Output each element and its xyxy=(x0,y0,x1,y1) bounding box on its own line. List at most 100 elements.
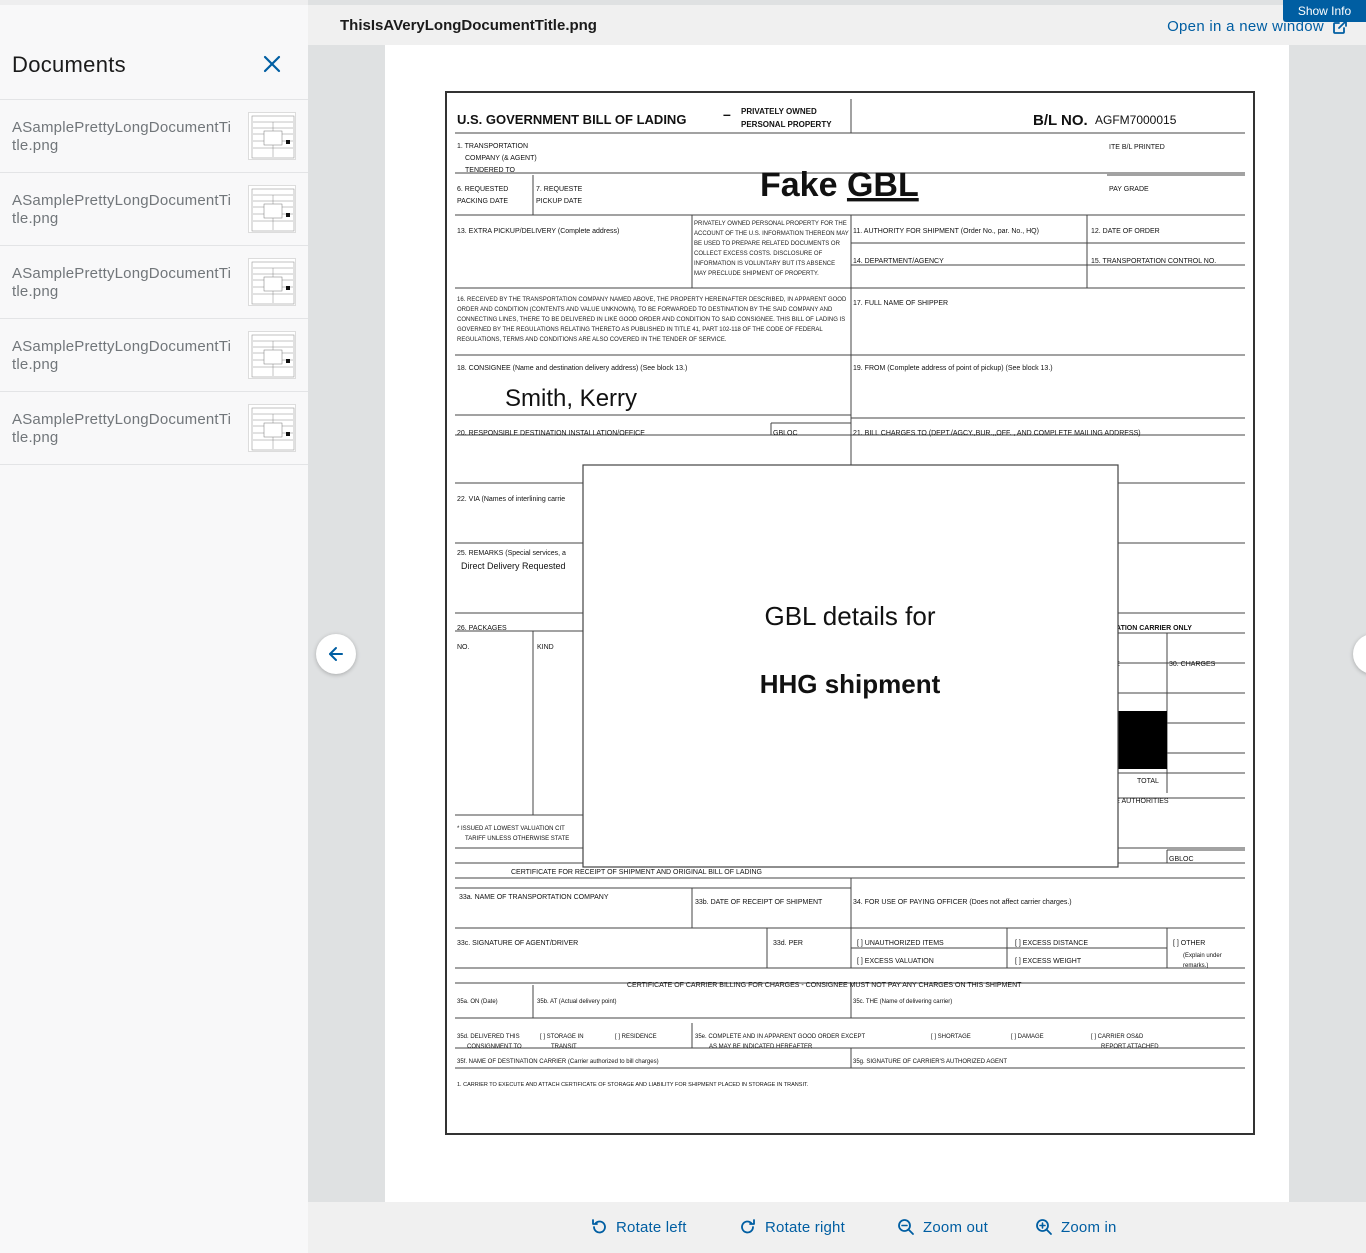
document-name: ASamplePrettyLongDocumentTitle.png xyxy=(12,192,232,227)
document-page: U.S. GOVERNMENT BILL OF LADING – PRIVATE… xyxy=(385,45,1289,1212)
field-22: 22. VIA (Names of interlining carrie xyxy=(457,496,565,503)
form-header-title: U.S. GOVERNMENT BILL OF LADING xyxy=(457,112,686,127)
privacy-notice: PRIVATELY OWNED PERSONAL PROPERTY FOR TH… xyxy=(694,221,849,277)
excess-distance: [ ] EXCESS DISTANCE xyxy=(1015,940,1088,947)
app-root: Documents ASamplePrettyLongDocumentTitle… xyxy=(0,0,1366,1253)
field-20: 20. RESPONSIBLE DESTINATION INSTALLATION… xyxy=(457,430,645,437)
field-26: 26. PACKAGES xyxy=(457,625,507,632)
field-17: 17. FULL NAME OF SHIPPER xyxy=(853,300,948,307)
document-thumbnail xyxy=(248,185,296,233)
rotate-right-button[interactable]: Rotate right xyxy=(739,1218,845,1236)
shortage-option: [ ] SHORTAGE xyxy=(931,1034,971,1040)
carrier-only-label: NATION CARRIER ONLY xyxy=(1111,625,1192,632)
overlay-line-2: HHG shipment xyxy=(760,669,941,699)
field-33a: 33a. NAME OF TRANSPORTATION COMPANY xyxy=(459,894,609,901)
storage-line-2: TRANSIT xyxy=(551,1044,577,1050)
rotate-right-icon xyxy=(741,1219,755,1234)
rotate-left-button[interactable]: Rotate left xyxy=(590,1218,687,1236)
field-33b: 33b. DATE OF RECEIPT OF SHIPMENT xyxy=(695,899,823,906)
field-13: 13. EXTRA PICKUP/DELIVERY (Complete addr… xyxy=(457,228,619,235)
close-sidebar-button[interactable] xyxy=(258,50,286,78)
documents-sidebar: Documents ASamplePrettyLongDocumentTitle… xyxy=(0,0,308,1253)
rotate-right-label: Rotate right xyxy=(765,1218,845,1236)
unauthorized-items: [ ] UNAUTHORIZED ITEMS xyxy=(857,940,944,947)
zoom-out-button[interactable]: Zoom out xyxy=(897,1218,988,1236)
document-list-item[interactable]: ASamplePrettyLongDocumentTitle.png xyxy=(0,100,308,173)
bill-of-lading-form: U.S. GOVERNMENT BILL OF LADING – PRIVATE… xyxy=(455,99,1245,1088)
sidebar-title: Documents xyxy=(12,52,126,77)
field-21: 21. BILL CHARGES TO (DEPT./AGCY.,BUR.,,O… xyxy=(853,430,1141,437)
show-info-button[interactable]: Show Info xyxy=(1283,0,1366,22)
damage-option: [ ] DAMAGE xyxy=(1011,1034,1044,1040)
column-kind: KIND xyxy=(537,644,554,651)
field-35e-line-2: AS MAY BE INDICATED HEREAFTER xyxy=(709,1044,813,1050)
field-25: 25. REMARKS (Special services, a xyxy=(457,550,566,557)
field-1-line-2: COMPANY (& AGENT) xyxy=(465,155,537,162)
close-icon xyxy=(263,55,281,73)
gbloc-2-label: GBLOC xyxy=(1169,856,1194,863)
valuation-line-2: TARIFF UNLESS OTHERWISE STATE xyxy=(465,836,569,842)
excess-weight: [ ] EXCESS WEIGHT xyxy=(1015,958,1082,965)
field-18: 18. CONSIGNEE (Name and destination deli… xyxy=(457,365,687,372)
field-6-line-2: PACKING DATE xyxy=(457,198,508,205)
overlay-line-1: GBL details for xyxy=(764,601,935,631)
field-35f: 35f. NAME OF DESTINATION CARRIER (Carrie… xyxy=(457,1059,659,1065)
document-thumbnail xyxy=(248,404,296,452)
remarks-value: Direct Delivery Requested xyxy=(461,561,566,571)
document-name: ASamplePrettyLongDocumentTitle.png xyxy=(12,119,232,154)
field-15: 15. TRANSPORTATION CONTROL NO. xyxy=(1091,258,1216,265)
document-list-item[interactable]: ASamplePrettyLongDocumentTitle.png xyxy=(0,173,308,246)
column-no: NO. xyxy=(457,644,470,651)
residence-option: [ ] RESIDENCE xyxy=(615,1034,657,1040)
gbloc-label: GBLOC xyxy=(773,430,798,437)
sidebar-header: Documents xyxy=(0,28,308,100)
document-list: ASamplePrettyLongDocumentTitle.png ASamp… xyxy=(0,100,308,465)
file-title: ThisIsAVeryLongDocumentTitle.png xyxy=(340,17,597,34)
field-1-line-1: 1. TRANSPORTATION xyxy=(457,143,528,150)
document-image: U.S. GOVERNMENT BILL OF LADING – PRIVATE… xyxy=(445,91,1255,1135)
bl-no-label: B/L NO. xyxy=(1033,112,1088,129)
document-list-item[interactable]: ASamplePrettyLongDocumentTitle.png xyxy=(0,246,308,319)
field-35e-line-1: 35e. COMPLETE AND IN APPARENT GOOD ORDER… xyxy=(695,1034,865,1040)
form-dash: – xyxy=(723,106,731,122)
next-document-button[interactable] xyxy=(1353,634,1366,674)
storage-line-1: [ ] STORAGE IN xyxy=(540,1034,584,1040)
authorities-label: TE AUTHORITIES xyxy=(1111,798,1169,805)
field-7-line-1: 7. REQUESTE xyxy=(536,186,583,193)
certificate-receipt: CERTIFICATE FOR RECEIPT OF SHIPMENT AND … xyxy=(511,869,762,876)
explain-line-2: remarks.) xyxy=(1183,963,1208,969)
field-paygrade: PAY GRADE xyxy=(1109,186,1149,193)
field-35a: 35a. ON (Date) xyxy=(457,999,498,1005)
field-34: 34. FOR USE OF PAYING OFFICER (Does not … xyxy=(853,899,1072,906)
field-6-line-1: 6. REQUESTED xyxy=(457,186,508,193)
document-list-item[interactable]: ASamplePrettyLongDocumentTitle.png xyxy=(0,392,308,465)
zoom-in-button[interactable]: Zoom in xyxy=(1035,1218,1117,1236)
document-name: ASamplePrettyLongDocumentTitle.png xyxy=(12,338,232,373)
carrier-billing-certificate: CERTIFICATE OF CARRIER BILLING FOR CHARG… xyxy=(627,982,1022,989)
field-16-receipt: 16. RECEIVED BY THE TRANSPORTATION COMPA… xyxy=(457,297,847,343)
overlay-box xyxy=(582,464,1119,868)
field-7-line-2: PICKUP DATE xyxy=(536,198,582,205)
explain-line-1: (Explain under xyxy=(1183,953,1222,959)
consignee-name: Smith, Kerry xyxy=(505,385,637,412)
previous-document-button[interactable] xyxy=(316,634,356,674)
document-thumbnail xyxy=(248,331,296,379)
zoom-out-icon xyxy=(898,1219,914,1235)
field-35g: 35g. SIGNATURE OF CARRIER'S AUTHORIZED A… xyxy=(853,1059,1007,1065)
privately-owned-line-2: PERSONAL PROPERTY xyxy=(741,120,832,129)
field-11: 11. AUTHORITY FOR SHIPMENT (Order No., p… xyxy=(853,228,1039,235)
field-printed: ITE B/L PRINTED xyxy=(1109,144,1165,151)
field-35d-line-2: CONSIGNMENT TO xyxy=(467,1044,522,1050)
bl-no-value: AGFM7000015 xyxy=(1095,113,1177,127)
rotate-left-icon xyxy=(592,1219,606,1234)
other-option: [ ] OTHER xyxy=(1173,940,1205,947)
fake-label: Fake GBL xyxy=(760,166,919,204)
carrier-osd-line-1: [ ] CARRIER OS&D xyxy=(1091,1034,1144,1040)
document-thumbnail xyxy=(248,112,296,160)
field-33c: 33c. SIGNATURE OF AGENT/DRIVER xyxy=(457,940,578,947)
document-list-item[interactable]: ASamplePrettyLongDocumentTitle.png xyxy=(0,319,308,392)
arrow-left-icon xyxy=(329,647,343,661)
field-1-line-3: TENDERED TO xyxy=(465,167,515,174)
field-35c: 35c. THE (Name of delivering carrier) xyxy=(853,999,952,1005)
carrier-osd-line-2: REPORT ATTACHED xyxy=(1101,1044,1159,1050)
